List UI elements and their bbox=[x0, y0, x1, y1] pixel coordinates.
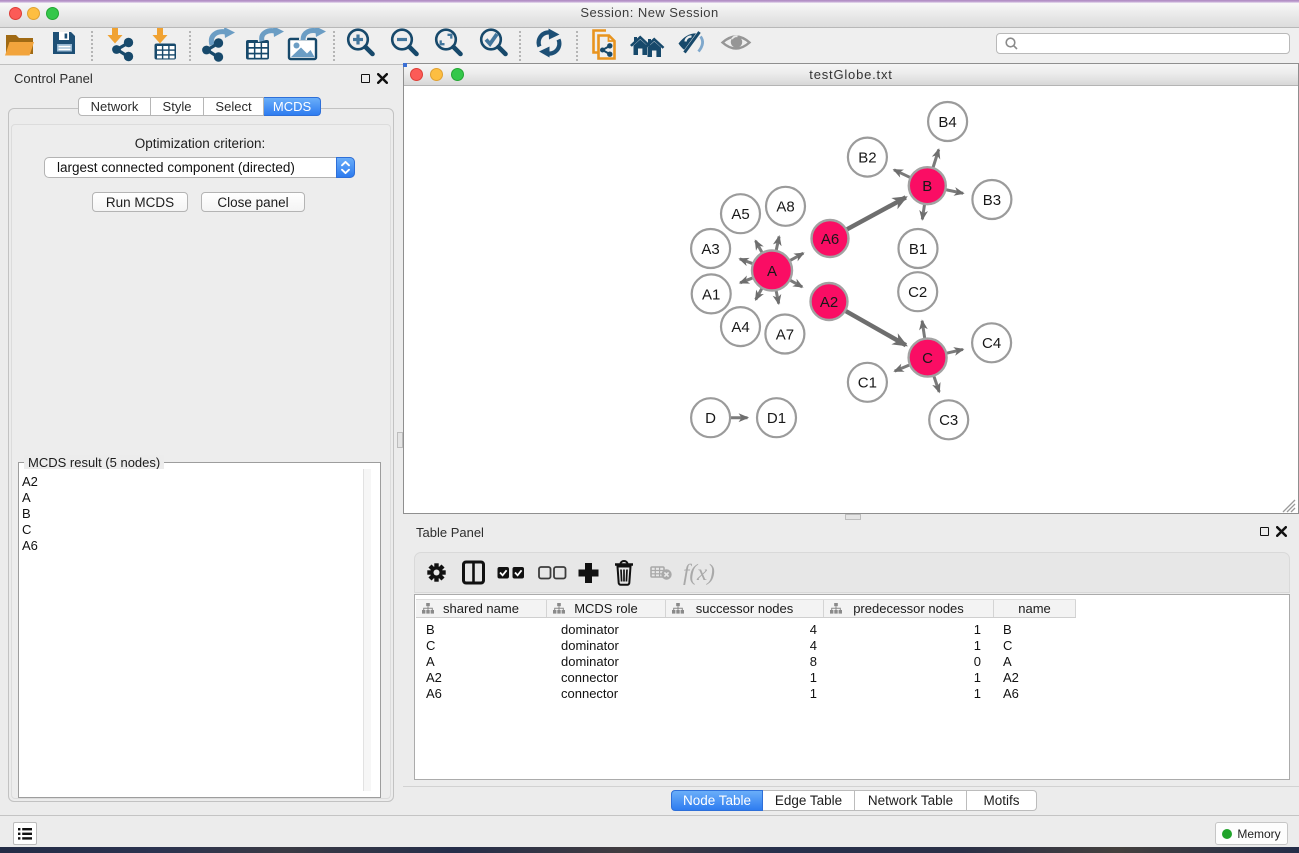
svg-text:C4: C4 bbox=[982, 335, 1001, 352]
svg-text:B3: B3 bbox=[983, 192, 1001, 209]
svg-text:C3: C3 bbox=[939, 412, 958, 429]
svg-text:A1: A1 bbox=[702, 286, 720, 303]
svg-text:A6: A6 bbox=[821, 231, 839, 248]
svg-text:f(x): f(x) bbox=[683, 560, 715, 585]
svg-text:A5: A5 bbox=[731, 206, 749, 223]
svg-text:D1: D1 bbox=[767, 410, 786, 427]
svg-text:D: D bbox=[705, 410, 716, 427]
svg-text:A3: A3 bbox=[701, 241, 719, 258]
svg-text:A4: A4 bbox=[731, 319, 749, 336]
svg-text:B: B bbox=[922, 178, 932, 195]
svg-text:B4: B4 bbox=[938, 114, 956, 131]
svg-text:B1: B1 bbox=[909, 241, 927, 258]
svg-text:A2: A2 bbox=[820, 294, 838, 311]
svg-text:B2: B2 bbox=[858, 150, 876, 167]
svg-text:A: A bbox=[767, 263, 777, 280]
svg-text:C: C bbox=[922, 350, 933, 367]
svg-text:C2: C2 bbox=[908, 284, 927, 301]
svg-text:A7: A7 bbox=[776, 326, 794, 343]
svg-text:C1: C1 bbox=[858, 375, 877, 392]
svg-text:A8: A8 bbox=[776, 199, 794, 216]
